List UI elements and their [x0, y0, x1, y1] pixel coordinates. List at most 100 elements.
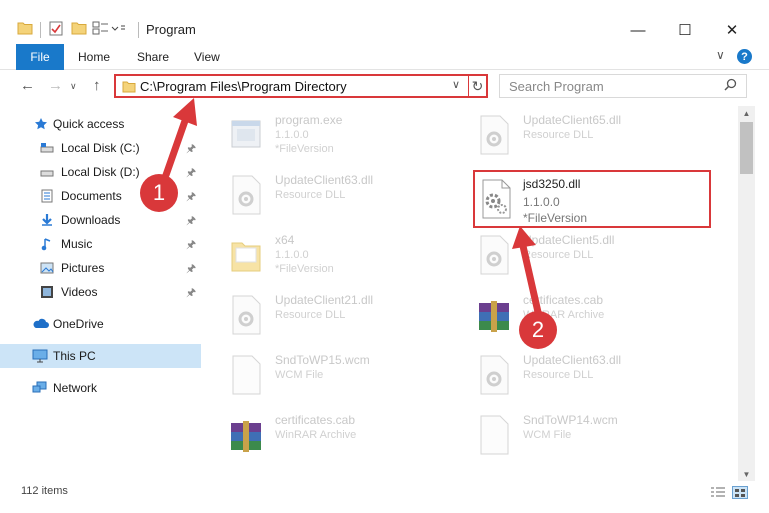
pin-icon[interactable]: 🖈	[186, 260, 196, 279]
sidebar-item-this-pc[interactable]: This PC	[0, 344, 201, 368]
sidebar-item-videos[interactable]: Videos 🖈	[0, 280, 201, 304]
this-pc-icon	[32, 349, 48, 363]
documents-icon	[40, 189, 54, 203]
file-item[interactable]: UpdateClient65.dll Resource DLL	[453, 106, 693, 157]
chevron-down-icon[interactable]: ∨	[452, 78, 460, 91]
new-folder-icon[interactable]	[71, 21, 87, 38]
file-detail: Resource DLL	[523, 369, 594, 381]
maximize-button[interactable]: ☐	[662, 18, 708, 42]
refresh-icon[interactable]: ↻	[468, 74, 486, 98]
sidebar-item-pictures[interactable]: Pictures 🖈	[0, 256, 201, 280]
scroll-up-icon[interactable]: ▲	[738, 106, 755, 120]
search-icon[interactable]	[724, 78, 737, 94]
tiles-view-icon[interactable]	[732, 486, 748, 499]
star-icon	[34, 117, 48, 131]
sidebar-item-label: Downloads	[61, 213, 121, 227]
properties-icon[interactable]	[49, 21, 63, 39]
folder-icon	[229, 235, 263, 275]
file-name: jsd3250.dll	[523, 177, 581, 191]
pictures-icon	[40, 261, 54, 275]
sidebar-item-network[interactable]: Network	[0, 376, 201, 400]
expand-ribbon-icon[interactable]: ∨	[716, 48, 725, 62]
back-arrow-icon[interactable]: ←	[20, 77, 35, 94]
file-item[interactable]: UpdateClient63.dll Resource DLL	[205, 165, 445, 217]
sidebar-item-label: Pictures	[61, 261, 105, 275]
minimize-button[interactable]: —	[615, 18, 661, 42]
file-item[interactable]: UpdateClient5.dll Resource DLL	[453, 225, 693, 277]
scroll-down-icon[interactable]: ▼	[738, 467, 755, 481]
file-name: UpdateClient21.dll	[275, 293, 374, 307]
folder-icon[interactable]	[17, 21, 33, 38]
maximize-icon: ☐	[678, 22, 692, 39]
file-item[interactable]: program.exe 1.1.0.0 *FileVersion	[205, 106, 445, 157]
file-item[interactable]: SndToWP14.wcm WCM File	[453, 405, 693, 457]
annotation-badge-1: 1	[140, 174, 178, 212]
file-name: UpdateClient65.dll	[523, 113, 622, 127]
file-item[interactable]: x64 1.1.0.0 *FileVersion	[205, 225, 445, 277]
onedrive-icon	[33, 317, 49, 331]
file-detail: Resource DLL	[523, 249, 594, 261]
dll-icon	[477, 355, 511, 395]
file-item[interactable]: UpdateClient21.dll Resource DLL	[205, 285, 445, 337]
close-button[interactable]: ✕	[709, 18, 755, 42]
address-bar[interactable]: C:\Program Files\Program Directory ∨ ↻	[114, 74, 488, 98]
sidebar-item-label: This PC	[53, 349, 96, 363]
tab-share[interactable]: Share	[137, 50, 169, 64]
details-view-icon[interactable]	[710, 486, 726, 499]
file-item-jsd3250[interactable]: jsd3250.dll 1.1.0.0 *FileVersion	[473, 170, 711, 228]
item-count: 112 items	[21, 485, 68, 497]
blank-file-icon	[229, 355, 263, 395]
dll-icon	[477, 235, 511, 275]
archive-icon	[477, 295, 511, 335]
music-icon	[40, 237, 54, 251]
dll-icon	[479, 179, 513, 219]
pin-icon[interactable]: 🖈	[186, 236, 196, 255]
network-icon	[32, 381, 47, 395]
vertical-scrollbar[interactable]: ▲ ▼	[738, 106, 755, 481]
help-icon[interactable]: ?	[737, 49, 752, 64]
pin-icon[interactable]: 🖈	[186, 212, 196, 231]
sidebar-item-onedrive[interactable]: OneDrive	[0, 312, 201, 336]
file-item[interactable]: certificates.cab WinRAR Archive	[453, 285, 693, 337]
pin-icon[interactable]: 🖈	[186, 188, 196, 207]
sidebar-item-local-disk-c[interactable]: Local Disk (C:) 🖈	[0, 136, 201, 160]
file-item[interactable]: SndToWP15.wcm WCM File	[205, 345, 445, 397]
file-name: program.exe	[275, 113, 343, 127]
file-item[interactable]: certificates.cab WinRAR Archive	[205, 405, 445, 457]
tab-file[interactable]: File	[16, 44, 64, 70]
search-input[interactable]	[500, 75, 720, 97]
pin-icon[interactable]: 🖈	[186, 284, 196, 303]
customize-toolbar-icon[interactable]	[92, 21, 126, 38]
file-item[interactable]: UpdateClient63.dll Resource DLL	[453, 345, 693, 397]
dll-icon	[477, 115, 511, 155]
scroll-thumb[interactable]	[740, 122, 753, 174]
file-detail: *FileVersion	[275, 263, 334, 275]
forward-arrow-icon[interactable]: →	[48, 77, 63, 94]
search-box[interactable]	[499, 74, 747, 98]
pin-icon[interactable]: 🖈	[186, 164, 196, 183]
file-detail: WinRAR Archive	[275, 429, 357, 441]
close-icon: ✕	[725, 22, 739, 39]
sidebar-item-downloads[interactable]: Downloads 🖈	[0, 208, 201, 232]
address-path[interactable]: C:\Program Files\Program Directory	[140, 79, 347, 94]
sidebar-item-quick-access[interactable]: Quick access	[0, 112, 201, 136]
sidebar-item-music[interactable]: Music 🖈	[0, 232, 201, 256]
navigation-bar: ← → ∨ ↑ C:\Program Files\Program Directo…	[0, 70, 769, 104]
file-detail: WCM File	[523, 429, 572, 441]
file-detail: Resource DLL	[275, 189, 346, 201]
pin-icon[interactable]: 🖈	[186, 140, 196, 159]
file-version: 1.1.0.0	[523, 195, 560, 209]
navigation-pane: Quick access Local Disk (C:) 🖈 Local Dis…	[0, 106, 204, 481]
sidebar-item-label: Quick access	[53, 117, 125, 131]
sidebar-item-label: Documents	[61, 189, 122, 203]
tab-view[interactable]: View	[194, 50, 220, 64]
file-list: program.exe 1.1.0.0 *FileVersion UpdateC…	[205, 106, 738, 481]
tab-home[interactable]: Home	[78, 50, 110, 64]
sidebar-item-label: Music	[61, 237, 93, 251]
archive-icon	[229, 415, 263, 455]
divider	[138, 22, 139, 38]
recent-locations-icon[interactable]: ∨	[70, 81, 77, 92]
file-detail: WCM File	[275, 369, 324, 381]
up-arrow-icon[interactable]: ↑	[93, 77, 101, 94]
file-name: UpdateClient63.dll	[523, 353, 622, 367]
